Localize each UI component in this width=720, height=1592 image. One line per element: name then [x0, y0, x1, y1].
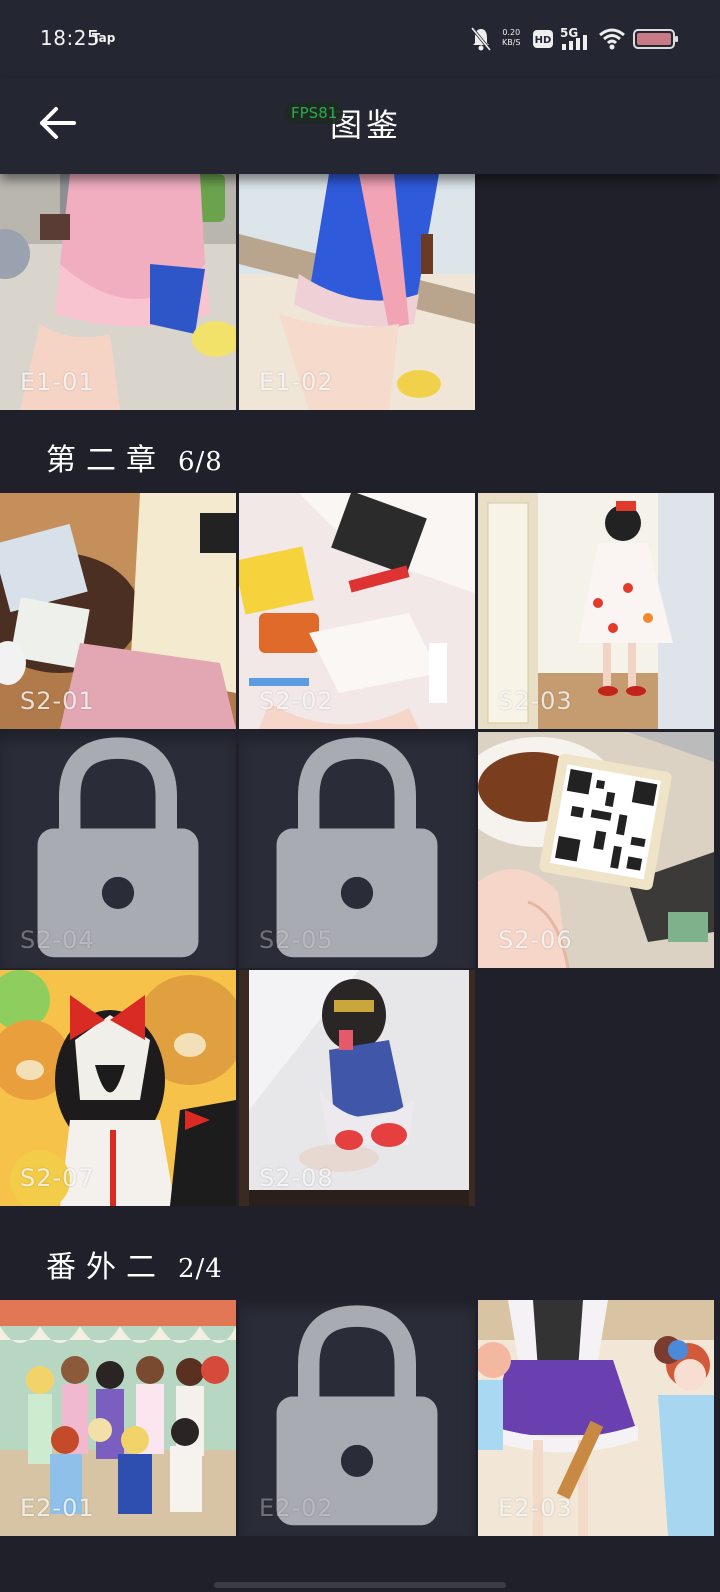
status-bar: 18:25 Tap 0.20 KB/S HD 5G [0, 0, 720, 78]
status-app-hint: Tap [92, 31, 116, 45]
bell-off-icon [470, 27, 492, 51]
gallery-tile[interactable]: S2-02 [239, 493, 475, 729]
signal-icon [562, 35, 587, 50]
home-indicator[interactable] [214, 1582, 506, 1588]
fps-overlay: FPS81 [285, 102, 344, 124]
gallery-tile[interactable]: E1-01 [0, 174, 236, 410]
gallery-tile-locked[interactable]: E2-02 [239, 1300, 475, 1536]
gallery-tile-locked[interactable]: S2-04 [0, 732, 236, 968]
tile-label: S2-04 [20, 926, 95, 954]
hd-icon: HD [533, 30, 553, 48]
tile-label: E1-01 [20, 368, 95, 396]
tile-label: S2-03 [498, 687, 573, 715]
tile-label: S2-07 [20, 1164, 95, 1192]
section-title: 番外二 [46, 1250, 166, 1285]
gallery-tile[interactable]: S2-08 [239, 970, 475, 1206]
tile-label: E2-02 [259, 1494, 334, 1522]
tile-label: S2-05 [259, 926, 334, 954]
tile-label: S2-06 [498, 926, 573, 954]
tile-label: E1-02 [259, 368, 334, 396]
network-speed-unit: KB/S [502, 38, 521, 47]
hd-text: HD [535, 35, 552, 46]
section-progress: 2/4 [178, 1254, 223, 1284]
tile-label: S2-08 [259, 1164, 334, 1192]
network-speed-value: 0.20 [502, 28, 521, 37]
gallery-tile[interactable]: E2-01 [0, 1300, 236, 1536]
tile-label: S2-01 [20, 687, 95, 715]
section-header-chapter-2: 第二章 6/8 [46, 435, 223, 479]
wifi-icon [599, 28, 625, 50]
tile-label: E2-01 [20, 1494, 95, 1522]
toolbar: 图鉴 FPS81 [0, 78, 720, 174]
section-header-extra-2: 番外二 2/4 [46, 1242, 223, 1286]
gallery-tile[interactable]: E2-03 [478, 1300, 714, 1536]
network-speed: 0.20 KB/S [502, 28, 521, 48]
tile-label: E2-03 [498, 1494, 573, 1522]
gallery-tile[interactable]: S2-01 [0, 493, 236, 729]
gallery-tile[interactable]: S2-03 [478, 493, 714, 729]
gallery-tile-locked[interactable]: S2-05 [239, 732, 475, 968]
section-progress: 6/8 [178, 447, 223, 477]
section-title: 第二章 [46, 443, 166, 478]
gallery-tile[interactable]: S2-06 [478, 732, 714, 968]
back-arrow-icon[interactable] [34, 98, 84, 148]
tile-label: S2-02 [259, 687, 334, 715]
battery-icon [633, 29, 678, 49]
gallery-tile[interactable]: S2-07 [0, 970, 236, 1206]
gallery-tile[interactable]: E1-02 [239, 174, 475, 410]
